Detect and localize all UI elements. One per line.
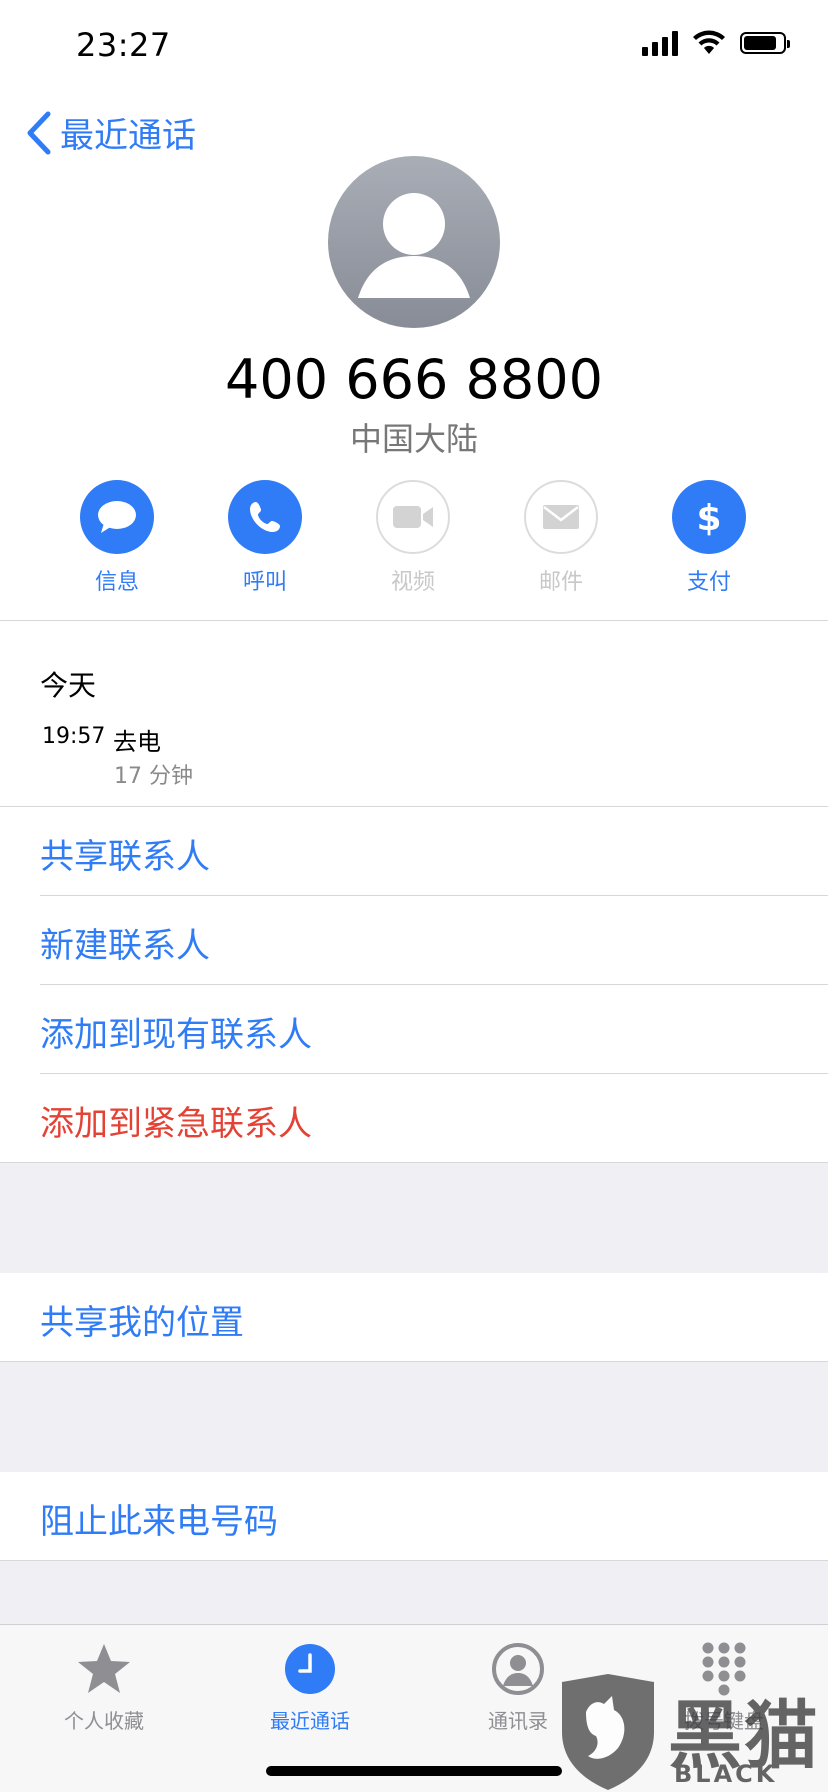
- quick-actions: 信息 呼叫 视频 邮件 $ 支付: [0, 480, 828, 600]
- svg-text:$: $: [696, 498, 721, 538]
- share-location-label: 共享我的位置: [40, 1303, 244, 1343]
- status-icons: [642, 30, 790, 56]
- cellular-signal-icon: [642, 30, 678, 56]
- back-label: 最近通话: [60, 116, 196, 156]
- share-contact-row[interactable]: 共享联系人: [0, 807, 828, 895]
- tab-favorites[interactable]: 个人收藏: [34, 1639, 174, 1734]
- dollar-icon: $: [696, 498, 721, 538]
- home-indicator[interactable]: [266, 1766, 562, 1776]
- message-action-button[interactable]: 信息: [57, 480, 177, 596]
- pay-action-label: 支付: [686, 570, 731, 595]
- header-divider: [0, 620, 828, 621]
- cat-shield-logo-icon: [562, 1674, 654, 1790]
- status-bar: 23:27: [0, 0, 828, 90]
- mail-action-label: 邮件: [538, 570, 583, 595]
- call-entry-time: 19:57: [42, 724, 106, 749]
- mail-icon: [543, 505, 579, 529]
- tab-recents-label: 最近通话: [270, 1709, 350, 1733]
- black-cat-watermark: 黑猫 BLACK CAT: [556, 1672, 828, 1792]
- watermark-text-en: BLACK CAT: [674, 1760, 778, 1792]
- new-contact-label: 新建联系人: [40, 926, 210, 966]
- person-circle-icon: [492, 1643, 544, 1695]
- contact-avatar: [328, 156, 500, 328]
- status-time: 23:27: [76, 26, 171, 64]
- contact-region: 中国大陆: [349, 420, 478, 458]
- wifi-icon: [693, 30, 725, 54]
- message-action-label: 信息: [94, 570, 139, 595]
- battery-icon: [740, 32, 790, 54]
- tab-favorites-label: 个人收藏: [64, 1709, 144, 1733]
- pay-action-button[interactable]: $ 支付: [649, 480, 769, 596]
- call-action-label: 呼叫: [242, 570, 287, 595]
- video-camera-icon: [393, 506, 433, 528]
- share-contact-label: 共享联系人: [40, 837, 210, 877]
- phone-icon: [250, 502, 280, 532]
- person-silhouette-icon: [358, 193, 470, 298]
- contact-phone-number: 400 666 8800: [225, 348, 603, 411]
- section-spacer: [0, 1361, 828, 1473]
- chevron-left-icon: [27, 111, 51, 154]
- block-caller-label: 阻止此来电号码: [40, 1502, 278, 1542]
- mail-action-button[interactable]: 邮件: [501, 480, 621, 596]
- message-bubble-icon: [98, 501, 136, 533]
- video-action-button[interactable]: 视频: [353, 480, 473, 596]
- clock-icon: [285, 1644, 335, 1694]
- call-action-button[interactable]: 呼叫: [205, 480, 325, 596]
- tab-recents[interactable]: 最近通话: [240, 1639, 380, 1734]
- section-spacer: [0, 1560, 828, 1625]
- add-to-existing-contact-row[interactable]: 添加到现有联系人: [0, 985, 828, 1073]
- add-to-existing-contact-label: 添加到现有联系人: [40, 1015, 312, 1055]
- video-action-label: 视频: [390, 570, 435, 595]
- new-contact-row[interactable]: 新建联系人: [0, 896, 828, 984]
- block-caller-row[interactable]: 阻止此来电号码: [0, 1472, 828, 1560]
- section-spacer: [0, 1162, 828, 1274]
- contact-detail-screen: 23:27 最近通话 400 666 8800 中国大陆 信息 呼叫 视频 邮件…: [0, 0, 828, 1792]
- star-icon: [78, 1644, 130, 1693]
- call-entry-type: 去电: [113, 728, 161, 756]
- share-location-row[interactable]: 共享我的位置: [0, 1273, 828, 1361]
- call-entry-duration: 17 分钟: [114, 764, 193, 789]
- back-button[interactable]: 最近通话: [24, 108, 196, 157]
- add-to-emergency-contact-row[interactable]: 添加到紧急联系人: [0, 1074, 828, 1162]
- call-history-date: 今天: [40, 669, 97, 702]
- add-to-emergency-contact-label: 添加到紧急联系人: [40, 1104, 312, 1144]
